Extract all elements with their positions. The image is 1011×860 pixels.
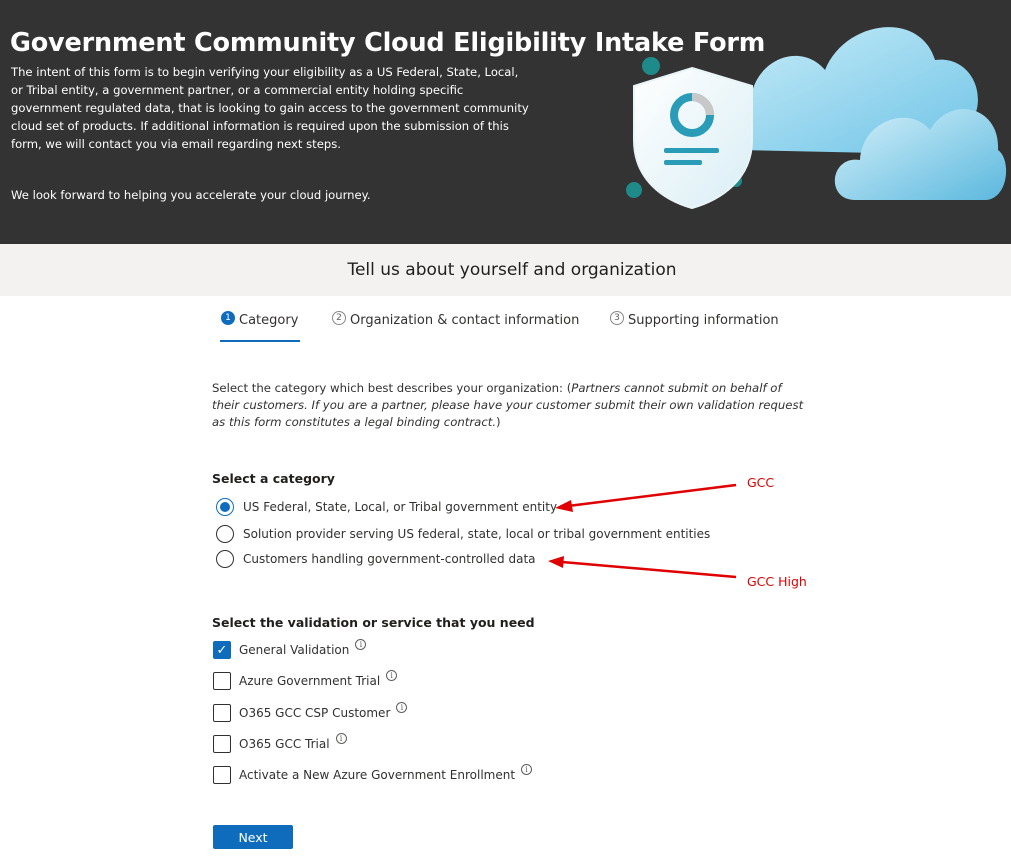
info-icon[interactable]: i [335, 732, 347, 744]
radio-label: Solution provider serving US federal, st… [243, 527, 711, 541]
checkbox-label: O365 GCC CSP Customer [239, 706, 391, 720]
step-label: Supporting information [628, 313, 779, 328]
checkbox-label: General Validation [239, 643, 350, 657]
radio-government-controlled-data[interactable]: Customers handling government-controlled… [216, 550, 536, 568]
active-step-indicator [220, 340, 300, 342]
check-icon: ✓ [216, 642, 228, 658]
outro-text: We look forward to helping you accelerat… [11, 188, 371, 202]
arrow-gcc [555, 483, 737, 512]
hero-banner: Government Community Cloud Eligibility I… [0, 0, 1011, 244]
hero-illustration [626, 27, 1007, 210]
info-icon[interactable]: i [386, 669, 398, 681]
tab-supporting-information[interactable]: 3 Supporting information [610, 310, 779, 328]
radio-button[interactable] [216, 498, 234, 516]
checkbox[interactable] [213, 735, 231, 753]
radio-label: US Federal, State, Local, or Tribal gove… [243, 500, 558, 514]
step-number: 3 [610, 310, 624, 325]
checkbox-o365-gcc-csp[interactable]: O365 GCC CSP Customer i [213, 701, 408, 722]
tab-category[interactable]: 1 Category [221, 310, 299, 328]
annotation-gcc-high: GCC High [747, 574, 807, 589]
checkbox-azure-government-trial[interactable]: Azure Government Trial i [213, 669, 398, 690]
annotation-gcc: GCC [747, 475, 775, 490]
checkbox-o365-gcc-trial[interactable]: O365 GCC Trial i [213, 732, 347, 753]
radio-button[interactable] [216, 525, 234, 543]
cloud-icon [721, 27, 1007, 200]
radio-label: Customers handling government-controlled… [243, 552, 536, 566]
arrow-gcc-high [548, 556, 737, 579]
section-title: Tell us about yourself and organization [347, 260, 677, 280]
checkbox-label: Azure Government Trial [239, 674, 381, 688]
checkbox[interactable]: ✓ [213, 641, 231, 659]
tab-organization-contact[interactable]: 2 Organization & contact information [332, 310, 580, 328]
category-label: Select a category [212, 471, 335, 486]
info-icon[interactable]: i [396, 701, 408, 713]
info-icon[interactable]: i [521, 763, 533, 775]
radio-government-entity[interactable]: US Federal, State, Local, or Tribal gove… [216, 498, 557, 516]
step-number: 2 [332, 310, 346, 325]
step-label: Organization & contact information [350, 313, 580, 328]
step-number: 1 [221, 310, 235, 325]
checkbox[interactable] [213, 672, 231, 690]
checkbox-label: O365 GCC Trial [239, 737, 330, 751]
category-instructions: Select the category which best describes… [212, 381, 804, 429]
checkbox[interactable] [213, 766, 231, 784]
intro-text: The intent of this form is to begin veri… [11, 65, 529, 151]
radio-button[interactable] [216, 550, 234, 568]
service-label: Select the validation or service that yo… [212, 615, 535, 630]
checkbox[interactable] [213, 704, 231, 722]
next-button[interactable]: Next [213, 825, 293, 849]
checkbox-azure-government-enrollment[interactable]: Activate a New Azure Government Enrollme… [213, 763, 533, 784]
checkbox-label: Activate a New Azure Government Enrollme… [239, 768, 516, 782]
shield-icon [633, 66, 753, 210]
info-icon[interactable]: i [355, 638, 367, 650]
radio-solution-provider[interactable]: Solution provider serving US federal, st… [216, 525, 710, 543]
checkbox-general-validation[interactable]: ✓ General Validation i [213, 638, 367, 659]
step-label: Category [239, 313, 299, 328]
